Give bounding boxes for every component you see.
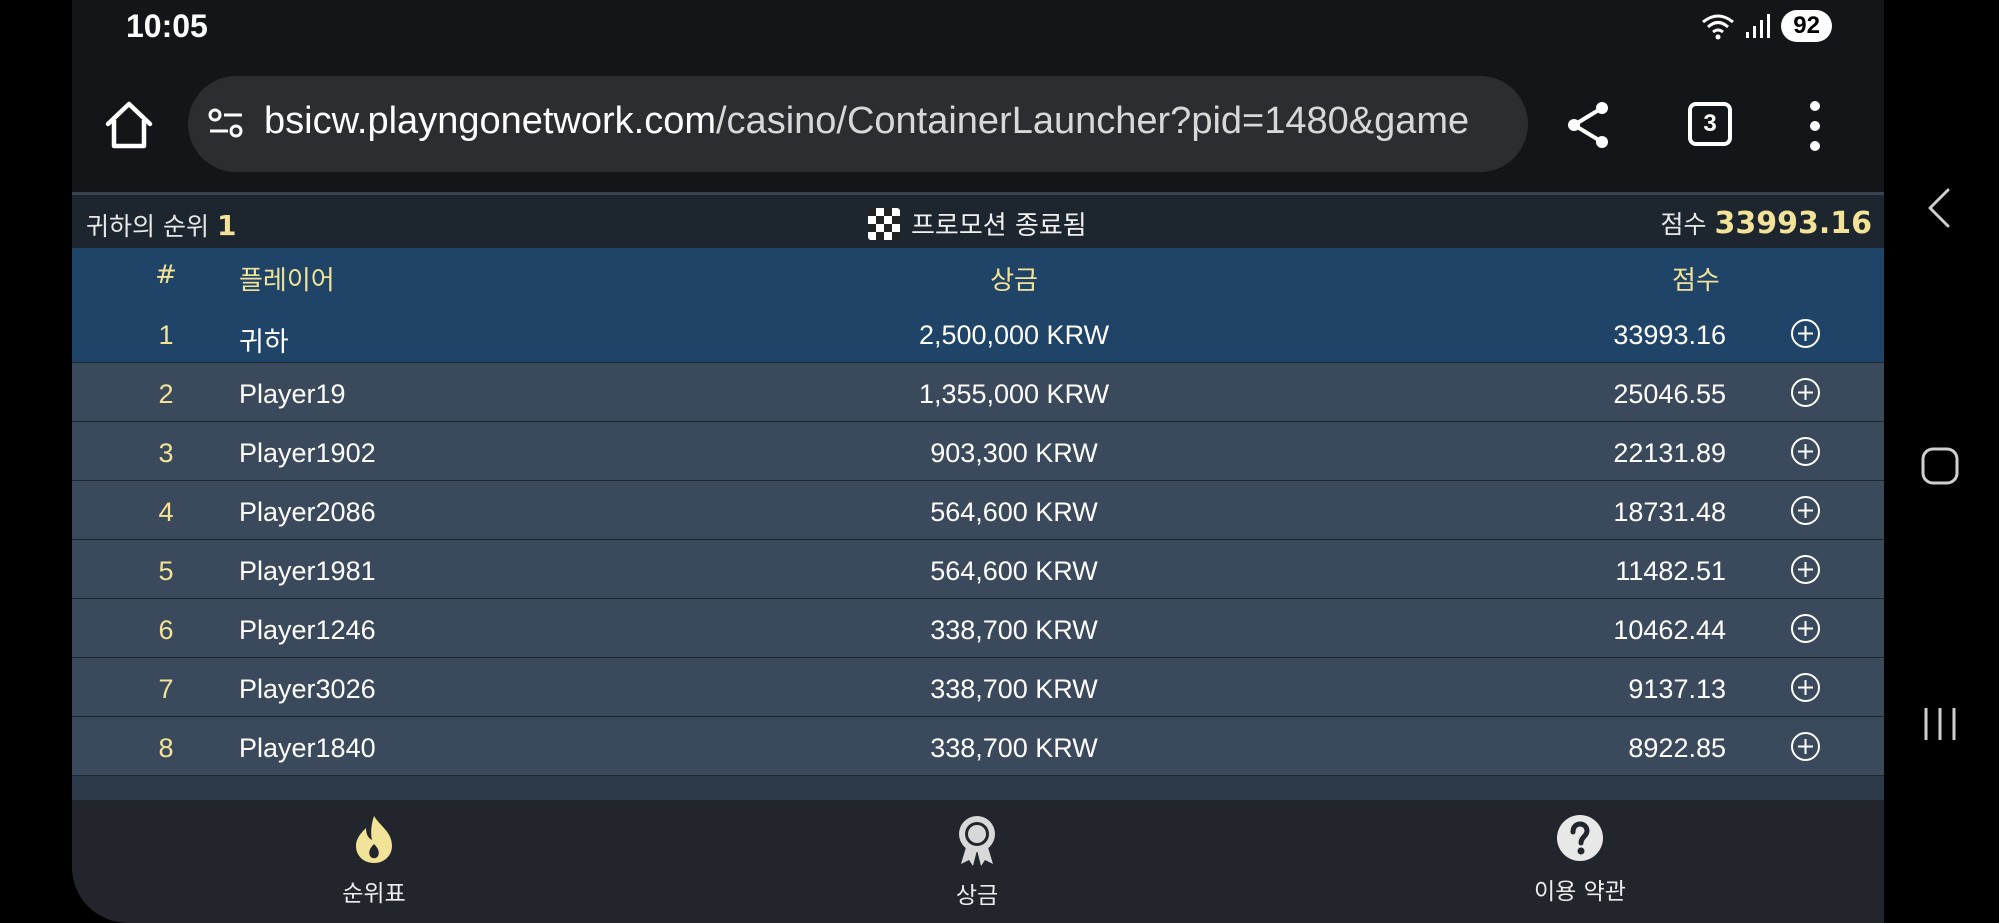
promotion-status-text: 프로모션 종료됨 xyxy=(911,211,1087,241)
your-rank: 귀하의 순위 1 xyxy=(86,207,236,243)
expand-plus-icon[interactable] xyxy=(1790,613,1821,644)
home-icon[interactable] xyxy=(102,98,156,152)
nav-terms[interactable]: 이용 약관 xyxy=(1490,814,1670,906)
wifi-icon xyxy=(1702,14,1735,40)
row-prize: 2,500,000 KRW xyxy=(918,320,1110,350)
your-rank-value: 1 xyxy=(216,209,237,242)
expand-plus-icon[interactable] xyxy=(1790,377,1821,408)
table-row: 1 귀하 2,500,000 KRW 33993.16 xyxy=(72,304,1884,363)
row-score: 18731.48 xyxy=(1613,497,1726,527)
status-bar: 10:05 92 xyxy=(72,0,1884,58)
row-player: Player1246 xyxy=(239,615,376,645)
expand-plus-icon[interactable] xyxy=(1790,318,1821,349)
nav-prizes-label: 상금 xyxy=(955,883,999,909)
row-prize: 338,700 KRW xyxy=(930,674,1098,704)
row-prize: 564,600 KRW xyxy=(930,497,1098,527)
table-row: 6 Player1246 338,700 KRW 10462.44 xyxy=(72,599,1884,658)
your-score-label: 점수 xyxy=(1660,210,1707,239)
nav-leaderboard[interactable]: 순위표 xyxy=(284,814,464,908)
row-score: 11482.51 xyxy=(1615,556,1726,586)
bottom-nav: 순위표 상금 이용 약관 xyxy=(72,800,1884,923)
leaderboard: 귀하의 순위 1 프로모션 종료됨 점수 33993.16 # 플레이어 상금 … xyxy=(72,192,1884,800)
share-icon[interactable] xyxy=(1562,98,1616,152)
header-player: 플레이어 xyxy=(239,266,335,296)
expand-plus-icon[interactable] xyxy=(1790,554,1821,585)
row-score: 9137.13 xyxy=(1628,674,1726,704)
expand-plus-icon[interactable] xyxy=(1790,495,1821,526)
header-prize: 상금 xyxy=(990,266,1038,296)
row-rank: 6 xyxy=(158,615,174,645)
more-menu-icon[interactable] xyxy=(1800,96,1830,156)
browser-toolbar: bsicw.playngonetwork.com/casino/Containe… xyxy=(72,58,1884,192)
leaderboard-header: # 플레이어 상금 점수 xyxy=(72,248,1884,304)
flame-icon xyxy=(356,816,392,863)
page-settings-icon[interactable] xyxy=(206,104,246,144)
table-row: 5 Player1981 564,600 KRW 11482.51 xyxy=(72,540,1884,599)
url-host: bsicw.playngonetwork.com xyxy=(264,100,716,142)
table-row: 2 Player19 1,355,000 KRW 25046.55 xyxy=(72,363,1884,422)
row-player: Player1840 xyxy=(239,733,376,763)
checkered-flag-icon xyxy=(868,207,900,240)
row-player: Player1981 xyxy=(239,556,376,586)
row-rank: 8 xyxy=(158,733,174,763)
row-score: 8922.85 xyxy=(1628,733,1726,763)
row-prize: 338,700 KRW xyxy=(930,615,1098,645)
nav-leaderboard-label: 순위표 xyxy=(342,881,406,907)
row-rank: 7 xyxy=(158,674,174,704)
expand-plus-icon[interactable] xyxy=(1790,731,1821,762)
phone-screen: 10:05 92 bsicw.playngonetwork.com/casino… xyxy=(72,0,1884,923)
status-icons: 92 xyxy=(1701,10,1832,42)
status-time: 10:05 xyxy=(126,8,208,44)
row-player: Player19 xyxy=(239,379,346,409)
url-path: /casino/ContainerLauncher?pid=1480&game xyxy=(716,100,1470,142)
row-player: Player3026 xyxy=(239,674,376,704)
your-rank-label: 귀하의 순위 xyxy=(86,212,209,241)
recents-icon[interactable] xyxy=(1922,704,1958,744)
header-score: 점수 xyxy=(1672,266,1720,296)
row-prize: 564,600 KRW xyxy=(930,556,1098,586)
url-text: bsicw.playngonetwork.com/casino/Containe… xyxy=(264,100,1469,143)
leaderboard-summary: 귀하의 순위 1 프로모션 종료됨 점수 33993.16 xyxy=(72,192,1884,248)
table-row: 8 Player1840 338,700 KRW 8922.85 xyxy=(72,717,1884,776)
help-icon xyxy=(1557,815,1603,861)
nav-prizes[interactable]: 상금 xyxy=(887,814,1067,910)
header-rank: # xyxy=(155,260,177,290)
promotion-status: 프로모션 종료됨 xyxy=(867,205,1087,242)
row-score: 25046.55 xyxy=(1613,379,1726,409)
url-bar[interactable]: bsicw.playngonetwork.com/casino/Containe… xyxy=(188,76,1528,172)
system-nav-bar xyxy=(1884,0,1999,923)
table-row: 7 Player3026 338,700 KRW 9137.13 xyxy=(72,658,1884,717)
your-score-value: 33993.16 xyxy=(1714,206,1872,241)
tab-switcher-button[interactable]: 3 xyxy=(1688,102,1732,146)
row-rank: 1 xyxy=(158,320,174,350)
row-prize: 338,700 KRW xyxy=(930,733,1098,763)
back-icon[interactable] xyxy=(1926,186,1952,230)
nav-terms-label: 이용 약관 xyxy=(1534,879,1626,905)
expand-plus-icon[interactable] xyxy=(1790,436,1821,467)
table-row: 3 Player1902 903,300 KRW 22131.89 xyxy=(72,422,1884,481)
row-rank: 2 xyxy=(158,379,174,409)
row-prize: 903,300 KRW xyxy=(930,438,1098,468)
row-score: 22131.89 xyxy=(1613,438,1726,468)
row-score: 10462.44 xyxy=(1613,615,1726,645)
row-player: Player1902 xyxy=(239,438,376,468)
row-rank: 5 xyxy=(158,556,174,586)
table-row: 4 Player2086 564,600 KRW 18731.48 xyxy=(72,481,1884,540)
expand-plus-icon[interactable] xyxy=(1790,672,1821,703)
row-score: 33993.16 xyxy=(1613,320,1726,350)
row-player: Player2086 xyxy=(239,497,376,527)
home-nav-icon[interactable] xyxy=(1920,446,1960,486)
leaderboard-rows: 1 귀하 2,500,000 KRW 33993.16 2 Player19 1… xyxy=(72,304,1884,776)
row-rank: 4 xyxy=(158,497,174,527)
signal-icon xyxy=(1746,14,1771,38)
your-score: 점수 33993.16 xyxy=(1660,205,1872,241)
row-player: 귀하 xyxy=(239,327,289,357)
battery-badge: 92 xyxy=(1781,10,1832,42)
row-rank: 3 xyxy=(158,438,174,468)
row-prize: 1,355,000 KRW xyxy=(918,379,1110,409)
medal-icon xyxy=(959,816,995,866)
